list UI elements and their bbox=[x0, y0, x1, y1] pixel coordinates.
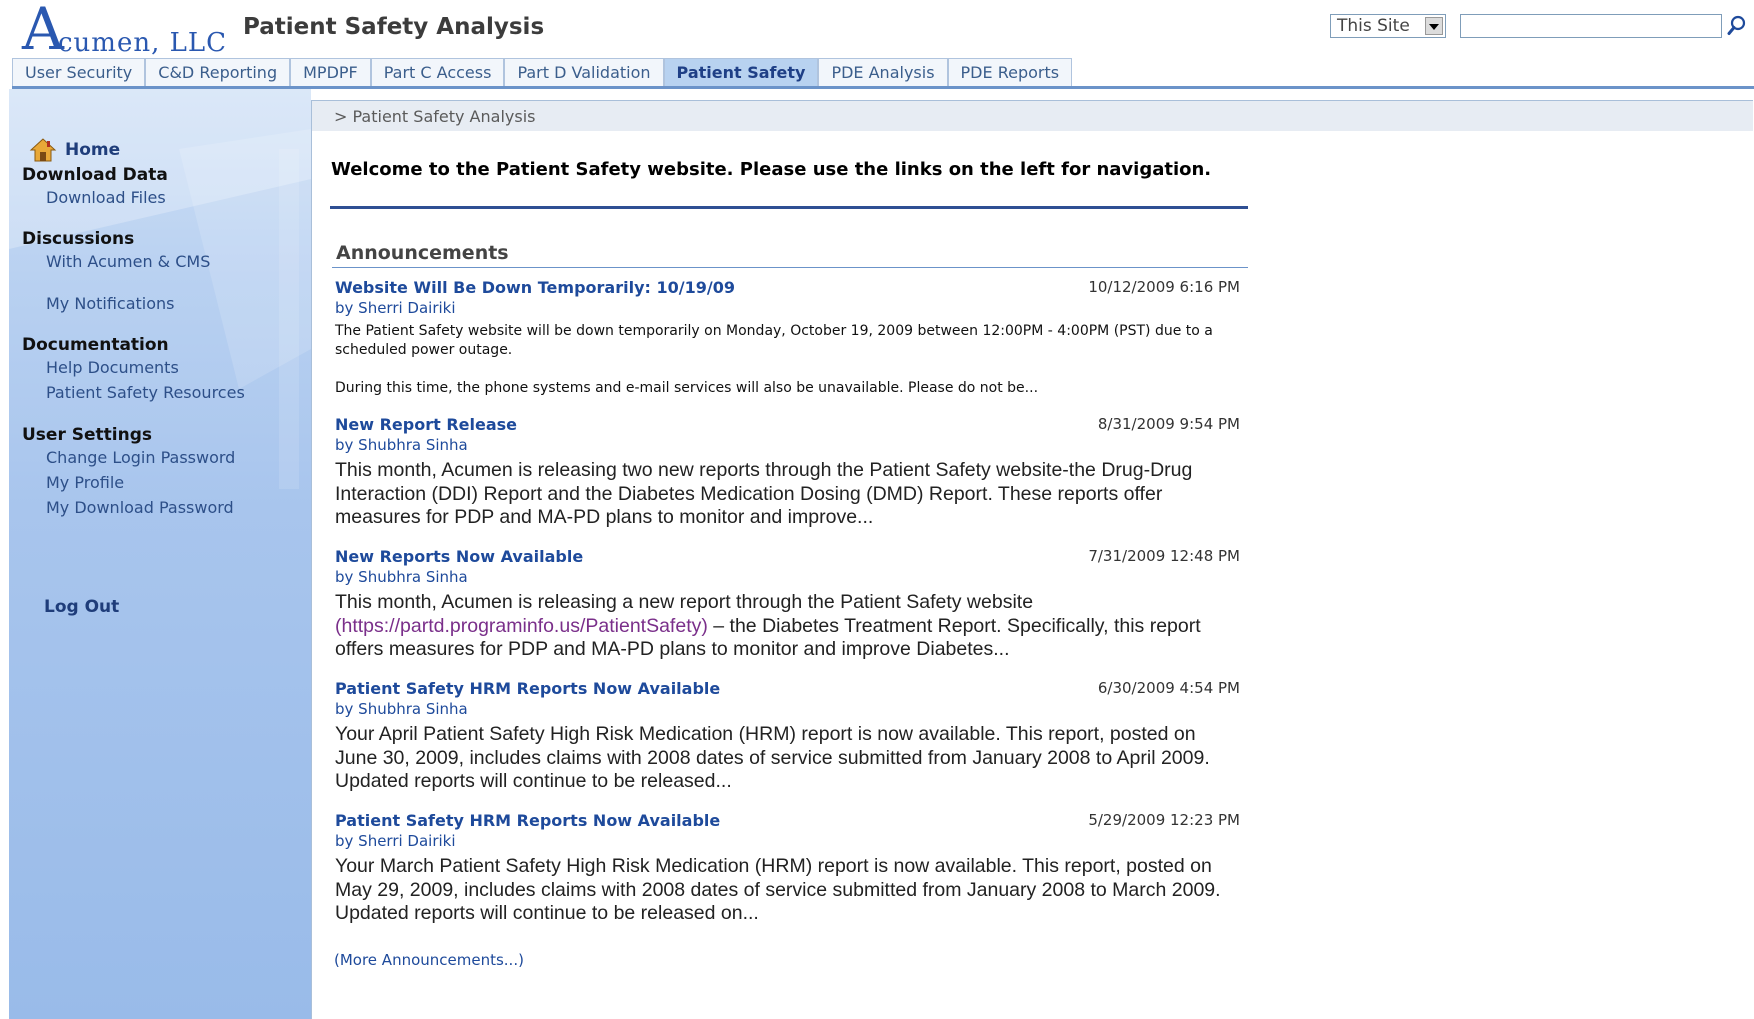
tab-part-d-validation[interactable]: Part D Validation bbox=[504, 58, 664, 86]
logo-text: cumen, LLC bbox=[58, 28, 228, 58]
acumen-logo[interactable]: A cumen, LLC bbox=[20, 0, 230, 59]
nav-link-help-documents[interactable]: Help Documents bbox=[46, 358, 179, 377]
announcement-date: 8/31/2009 9:54 PM bbox=[1097, 415, 1240, 433]
announcements-heading: Announcements bbox=[336, 242, 509, 264]
nav-link-my-profile[interactable]: My Profile bbox=[46, 473, 124, 492]
tab-mpdpf[interactable]: MPDPF bbox=[290, 58, 371, 86]
patient-safety-url-link[interactable]: (https://partd.programinfo.us/PatientSaf… bbox=[335, 615, 708, 637]
tab-part-c-access[interactable]: Part C Access bbox=[370, 58, 505, 86]
announcement-body: The Patient Safety website will be down … bbox=[335, 323, 1213, 358]
announcement-body: This month, Acumen is releasing a new re… bbox=[335, 591, 1240, 662]
announcement-title-link[interactable]: New Report Release bbox=[335, 415, 517, 434]
search-input[interactable] bbox=[1460, 14, 1722, 38]
tab-cd-reporting[interactable]: C&D Reporting bbox=[145, 58, 291, 86]
announcement-body-text: This month, Acumen is releasing a new re… bbox=[335, 591, 1034, 613]
announcement-date: 7/31/2009 12:48 PM bbox=[1088, 547, 1240, 565]
nav-heading-documentation: Documentation bbox=[22, 335, 169, 355]
announcement-title-link[interactable]: New Reports Now Available bbox=[335, 547, 583, 566]
welcome-message: Welcome to the Patient Safety website. P… bbox=[331, 159, 1212, 180]
nav-link-patient-safety-resources[interactable]: Patient Safety Resources bbox=[46, 383, 245, 402]
site-title: Patient Safety Analysis bbox=[243, 14, 545, 40]
nav-link-with-acumen-cms[interactable]: With Acumen & CMS bbox=[46, 252, 210, 271]
nav-heading-download-data: Download Data bbox=[22, 165, 168, 185]
announcement-title-link[interactable]: Patient Safety HRM Reports Now Available bbox=[335, 679, 720, 698]
announcement-body: Your April Patient Safety High Risk Medi… bbox=[335, 723, 1210, 792]
log-out-link[interactable]: Log Out bbox=[44, 597, 119, 617]
welcome-divider bbox=[330, 206, 1248, 209]
nav-home-link[interactable]: Home bbox=[29, 137, 120, 163]
announcement-author: by Sherri Dairiki bbox=[335, 832, 456, 850]
top-nav-tabs: User Security C&D Reporting MPDPF Part C… bbox=[12, 58, 1073, 86]
nav-heading-user-settings: User Settings bbox=[22, 425, 152, 445]
announcements-divider bbox=[332, 267, 1248, 268]
home-icon bbox=[29, 138, 57, 162]
announcement-author: by Shubhra Sinha bbox=[335, 568, 468, 586]
announcement-date: 5/29/2009 12:23 PM bbox=[1088, 811, 1240, 829]
nav-link-my-notifications[interactable]: My Notifications bbox=[46, 294, 175, 313]
nav-home-label: Home bbox=[65, 140, 121, 160]
left-navigation: Home Download Data Download Files Discus… bbox=[9, 89, 311, 1019]
announcement-author: by Shubhra Sinha bbox=[335, 436, 468, 454]
nav-heading-discussions: Discussions bbox=[22, 229, 135, 249]
announcement-author: by Sherri Dairiki bbox=[335, 299, 456, 317]
breadcrumb: > Patient Safety Analysis bbox=[334, 107, 536, 126]
nav-link-my-download-password[interactable]: My Download Password bbox=[46, 498, 234, 517]
tab-pde-reports[interactable]: PDE Reports bbox=[947, 58, 1073, 86]
announcement-body: Your March Patient Safety High Risk Medi… bbox=[335, 855, 1221, 924]
announcement-date: 6/30/2009 4:54 PM bbox=[1097, 679, 1240, 697]
announcement-author: by Shubhra Sinha bbox=[335, 700, 468, 718]
announcement-title-link[interactable]: Website Will Be Down Temporarily: 10/19/… bbox=[335, 278, 735, 297]
tab-patient-safety[interactable]: Patient Safety bbox=[663, 58, 819, 86]
nav-link-change-login-password[interactable]: Change Login Password bbox=[46, 448, 235, 467]
nav-link-download-files[interactable]: Download Files bbox=[46, 188, 166, 207]
search-scope-select[interactable]: This Site bbox=[1330, 14, 1446, 38]
tab-user-security[interactable]: User Security bbox=[12, 58, 146, 86]
search-scope-value: This Site bbox=[1337, 16, 1410, 36]
more-announcements-link[interactable]: (More Announcements...) bbox=[334, 951, 524, 969]
search-icon[interactable] bbox=[1726, 15, 1748, 37]
announcement-date: 10/12/2009 6:16 PM bbox=[1088, 278, 1240, 296]
announcement-body: This month, Acumen is releasing two new … bbox=[335, 459, 1193, 528]
announcement-body-continued: During this time, the phone systems and … bbox=[335, 380, 1039, 396]
announcement-title-link[interactable]: Patient Safety HRM Reports Now Available bbox=[335, 811, 720, 830]
dropdown-arrow-icon[interactable] bbox=[1425, 17, 1443, 35]
tab-pde-analysis[interactable]: PDE Analysis bbox=[818, 58, 948, 86]
